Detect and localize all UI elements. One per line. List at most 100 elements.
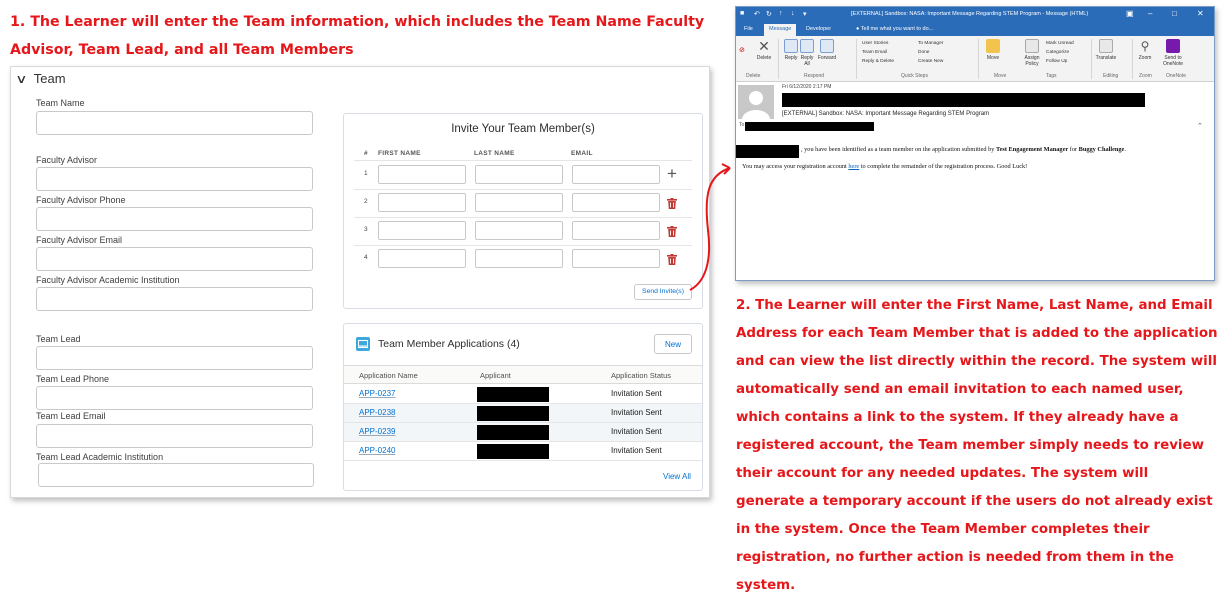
- tell-me-search[interactable]: ● Tell me what you want to do...: [856, 26, 933, 32]
- undo-icon[interactable]: ↶: [754, 10, 760, 18]
- faculty-advisor-institution-label: Faculty Advisor Academic Institution: [36, 275, 180, 285]
- onenote-icon: [1166, 39, 1180, 53]
- mark-unread[interactable]: Mark Unread: [1046, 41, 1074, 46]
- down-arrow-icon[interactable]: ↓: [791, 10, 795, 17]
- team-section-header[interactable]: ∨ Team: [15, 71, 65, 86]
- table-row: APP-0240 Invitation Sent: [344, 442, 702, 461]
- new-application-button[interactable]: New: [654, 334, 692, 354]
- body-challenge: Buggy Challenge: [1078, 146, 1125, 153]
- email-input[interactable]: [572, 193, 660, 212]
- chevron-up-icon[interactable]: ⌃: [1197, 122, 1203, 130]
- redacted-applicant: [477, 387, 549, 402]
- zoom-button[interactable]: ⚲ Zoom: [1136, 39, 1154, 61]
- col-header-applicant[interactable]: Applicant: [480, 371, 511, 380]
- reply-button[interactable]: Reply: [781, 39, 801, 61]
- application-link[interactable]: APP-0238: [359, 408, 395, 417]
- divider: [856, 39, 857, 79]
- application-status: Invitation Sent: [611, 427, 662, 436]
- first-name-input[interactable]: [378, 249, 466, 268]
- reply-all-button[interactable]: Reply All: [799, 39, 815, 67]
- redacted-applicant: [477, 406, 549, 421]
- message-subject: [EXTERNAL] Sandbox: NASA: Important Mess…: [782, 111, 990, 117]
- trash-icon[interactable]: [667, 253, 677, 267]
- email-input[interactable]: [572, 221, 660, 240]
- close-icon[interactable]: ✕: [1197, 9, 1204, 18]
- application-link[interactable]: APP-0239: [359, 427, 395, 436]
- forward-button[interactable]: Forward: [816, 39, 838, 61]
- faculty-advisor-email-input[interactable]: [36, 247, 313, 271]
- message-body-line2: You may access your registration account…: [742, 163, 1027, 170]
- group-label: Quick Steps: [901, 73, 928, 79]
- faculty-advisor-label: Faculty Advisor: [36, 155, 98, 165]
- delete-button[interactable]: ✕ Delete: [754, 39, 774, 61]
- last-name-input[interactable]: [475, 249, 563, 268]
- ignore-icon[interactable]: ⊘: [739, 46, 745, 54]
- applications-title[interactable]: Team Member Applications (4): [378, 338, 520, 350]
- plus-icon[interactable]: +: [667, 165, 677, 182]
- registration-link[interactable]: here: [848, 163, 859, 170]
- email-input[interactable]: [572, 249, 660, 268]
- team-lead-phone-input[interactable]: [36, 386, 313, 410]
- trash-icon[interactable]: [667, 225, 677, 239]
- application-link[interactable]: APP-0240: [359, 446, 395, 455]
- quickstep-to-manager[interactable]: To Manager: [918, 41, 943, 46]
- faculty-advisor-phone-input[interactable]: [36, 207, 313, 231]
- message-body-line1: , you have been identified as a team mem…: [801, 146, 1126, 153]
- quickstep-done[interactable]: Done: [918, 50, 929, 55]
- application-link[interactable]: APP-0237: [359, 389, 395, 398]
- last-name-input[interactable]: [475, 165, 563, 184]
- tab-developer[interactable]: Developer: [806, 26, 831, 32]
- send-invites-button[interactable]: Send Invite(s): [634, 284, 692, 300]
- faculty-advisor-email-label: Faculty Advisor Email: [36, 235, 123, 245]
- team-lead-institution-input[interactable]: [38, 463, 314, 487]
- team-lead-email-input[interactable]: [36, 424, 313, 448]
- faculty-advisor-institution-input[interactable]: [36, 287, 313, 311]
- trash-icon[interactable]: [667, 197, 677, 211]
- invite-team-members-card: Invite Your Team Member(s) # FIRST NAME …: [343, 113, 703, 309]
- last-name-input[interactable]: [475, 193, 563, 212]
- team-lead-label: Team Lead: [36, 334, 81, 344]
- chevron-down-icon[interactable]: ∨: [15, 72, 27, 86]
- categorize[interactable]: Categorize: [1046, 50, 1069, 55]
- first-name-input[interactable]: [378, 165, 466, 184]
- customize-icon[interactable]: ▾: [803, 10, 807, 18]
- move-label: Move: [986, 55, 1000, 61]
- table-row: APP-0238 Invitation Sent: [344, 404, 702, 423]
- up-arrow-icon[interactable]: ↑: [779, 10, 783, 17]
- translate-button[interactable]: Translate: [1094, 39, 1118, 61]
- divider: [354, 189, 692, 190]
- move-button[interactable]: Move: [984, 39, 1002, 61]
- team-lead-input[interactable]: [36, 346, 313, 370]
- send-to-onenote-button[interactable]: Send to OneNote: [1158, 39, 1188, 67]
- body-period: .: [1124, 146, 1126, 153]
- assign-policy-button[interactable]: Assign Policy: [1021, 39, 1043, 67]
- quickstep-create-new[interactable]: Create New: [918, 59, 943, 64]
- email-input[interactable]: [572, 165, 660, 184]
- maximize-icon[interactable]: □: [1172, 9, 1177, 18]
- translate-label: Translate: [1095, 55, 1117, 61]
- first-name-input[interactable]: [378, 221, 466, 240]
- ribbon-tabs: File Message Developer ● Tell me what yo…: [736, 23, 1214, 36]
- applications-table-header: Application Name Applicant Application S…: [344, 365, 702, 384]
- team-name-input[interactable]: [36, 111, 313, 135]
- ribbon-options-icon[interactable]: ▣: [1126, 9, 1134, 18]
- tab-file[interactable]: File: [744, 26, 753, 32]
- redacted-applicant: [477, 425, 549, 440]
- col-header-application-name[interactable]: Application Name: [359, 371, 418, 380]
- forward-label: Forward: [817, 55, 837, 61]
- quickstep-reply-delete[interactable]: Reply & Delete: [862, 59, 894, 64]
- view-all-link[interactable]: View All: [663, 472, 691, 481]
- faculty-advisor-input[interactable]: [36, 167, 313, 191]
- col-header-first-name: FIRST NAME: [378, 150, 421, 157]
- follow-up[interactable]: Follow Up: [1046, 59, 1067, 64]
- save-icon[interactable]: ■: [740, 10, 744, 17]
- redo-icon[interactable]: ↻: [766, 10, 772, 18]
- tab-message[interactable]: Message: [764, 24, 797, 36]
- quickstep-user-stories[interactable]: User Stories: [862, 41, 888, 46]
- minimize-icon[interactable]: –: [1148, 9, 1152, 18]
- col-header-application-status[interactable]: Application Status: [611, 371, 671, 380]
- delete-label: Delete: [756, 55, 772, 61]
- last-name-input[interactable]: [475, 221, 563, 240]
- quickstep-team-email[interactable]: Team Email: [862, 50, 887, 55]
- first-name-input[interactable]: [378, 193, 466, 212]
